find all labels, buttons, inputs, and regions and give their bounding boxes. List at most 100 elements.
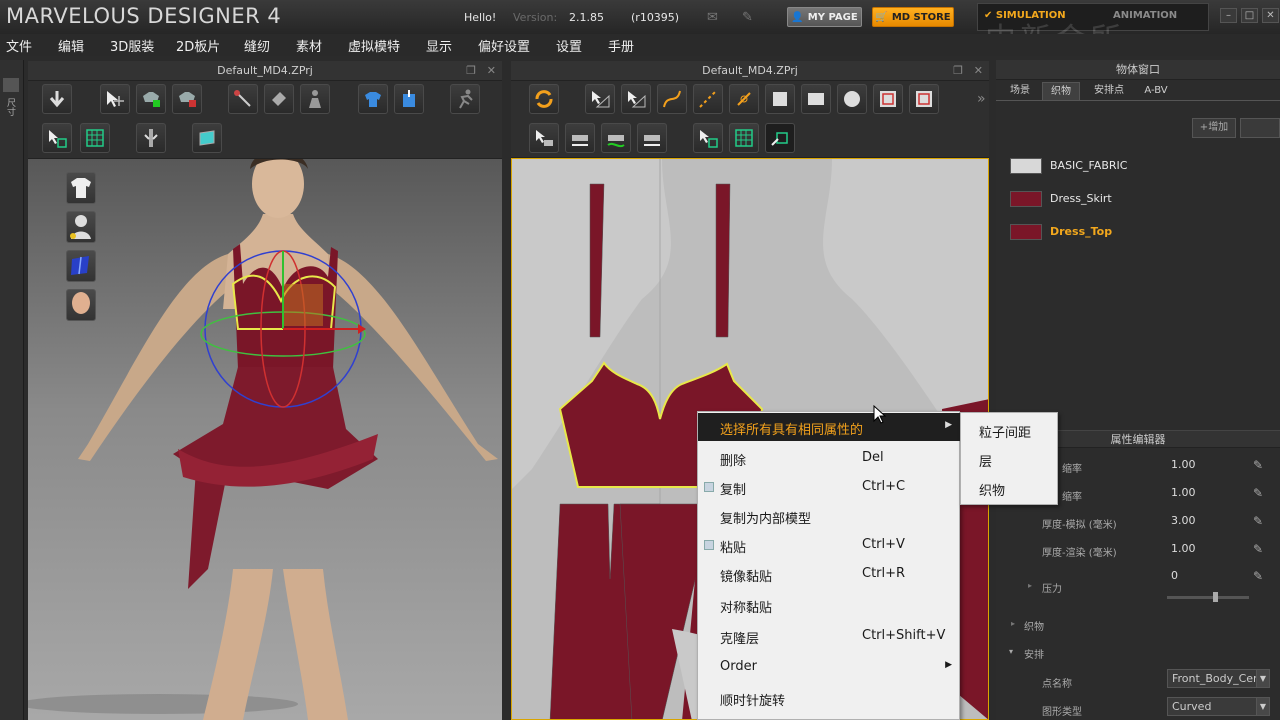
menu-preferences[interactable]: 偏好设置 [478,36,530,55]
add-fabric-button[interactable]: +增加 [1192,118,1236,138]
rectangle-button[interactable] [801,84,831,114]
menu-3d-garment[interactable]: 3D服装 [110,36,154,55]
select-texture-button[interactable] [42,123,72,153]
ctx-select-same-properties[interactable]: 选择所有具有相同属性的 ▶ [698,413,960,441]
menu-manual[interactable]: 手册 [608,36,634,55]
library-icon[interactable] [3,78,19,92]
menu-sewing[interactable]: 缝纫 [244,36,270,55]
float-window-icon[interactable]: ❐ [953,61,963,81]
menu-materials[interactable]: 素材 [296,36,322,55]
animation-run-button[interactable] [450,84,480,114]
ctx-order[interactable]: Order ▶ [698,653,960,681]
graphic-button[interactable] [192,123,222,153]
prop-value[interactable]: 0 [1171,569,1178,582]
garment-add-button[interactable] [136,84,166,114]
prop-value[interactable]: 1.00 [1171,486,1196,499]
minimize-button[interactable]: – [1220,8,1237,23]
close-panel-icon[interactable]: ✕ [974,61,983,81]
pin-icon[interactable]: ✎ [1253,569,1265,583]
edit-curve-button[interactable] [657,84,687,114]
avatar-head-button[interactable] [66,289,96,321]
tab-avatar[interactable]: A-BV [1136,82,1176,100]
ctx-rotate-clockwise[interactable]: 顺时针旋转 [698,684,960,712]
ctx-symmetric-paste[interactable]: 对称黏贴 [698,591,960,619]
prop-value[interactable]: 3.00 [1171,514,1196,527]
ctx-paste[interactable]: 粘贴 Ctrl+V [698,531,960,559]
menu-2d-pattern[interactable]: 2D板片 [176,36,220,55]
maximize-button[interactable]: □ [1241,8,1258,23]
segment-sewing-button-2[interactable] [565,123,595,153]
graphic-2d-button[interactable] [765,123,795,153]
pin-icon[interactable]: ✎ [1253,514,1265,528]
submenu-particle-distance[interactable]: 粒子间距 [979,422,1031,441]
segment-sewing-button[interactable] [529,123,559,153]
md-store-button[interactable]: 🛒 MD STORE [872,7,954,27]
menu-file[interactable]: 文件 [6,36,32,55]
circle-button[interactable] [837,84,867,114]
texture-2d-button[interactable] [729,123,759,153]
expand-arrow-icon[interactable]: ▸ [1011,619,1015,628]
edit-sewing-button[interactable] [637,123,667,153]
pressure-slider[interactable] [1167,596,1249,599]
garment-remove-button[interactable] [172,84,202,114]
reset-2d-button[interactable] [529,84,559,114]
internal-polygon-button[interactable] [873,84,903,114]
pin-tool-button[interactable] [228,84,258,114]
arrangement-button[interactable] [358,84,388,114]
expand-arrow-icon[interactable]: ▸ [1028,581,1032,590]
select-texture-2d-button[interactable] [693,123,723,153]
section-arrange[interactable]: 安排 [1024,646,1044,661]
tab-fabric[interactable]: 织物 [1042,82,1080,100]
ctx-delete[interactable]: 删除 Del [698,444,960,472]
float-window-icon[interactable]: ❐ [466,61,476,81]
add-point-button[interactable] [693,84,723,114]
fabric-row[interactable]: BASIC_FABRIC [1008,154,1278,178]
viewport-3d[interactable] [28,159,502,720]
ctx-mirror-paste[interactable]: 镜像黏贴 Ctrl+R [698,560,960,588]
prop-value[interactable]: 1.00 [1171,542,1196,555]
submenu-layer[interactable]: 层 [979,451,992,470]
fold-tool-button[interactable] [264,84,294,114]
close-panel-icon[interactable]: ✕ [487,61,496,81]
menu-avatar[interactable]: 虚拟模特 [348,36,400,55]
submenu-fabric[interactable]: 织物 [979,480,1005,499]
ctx-copy-as-internal[interactable]: 复制为内部模型 [698,502,960,530]
internal-rect-button[interactable] [909,84,939,114]
tab-scene[interactable]: 场景 [1000,82,1040,100]
menu-settings[interactable]: 设置 [556,36,582,55]
tack-button[interactable] [394,84,424,114]
curvature-button[interactable] [729,84,759,114]
fabric-row[interactable]: Dress_Skirt [1008,187,1278,211]
my-page-button[interactable]: 👤 MY PAGE [787,7,862,27]
megaphone-icon[interactable]: ✉ [707,10,723,25]
prop-value[interactable]: 1.00 [1171,458,1196,471]
zipper-button[interactable] [136,123,166,153]
select-move-button[interactable] [100,84,130,114]
delete-fabric-button[interactable] [1240,118,1280,138]
collapse-arrow-icon[interactable]: ▾ [1009,647,1013,656]
section-fabric[interactable]: 织物 [1024,618,1044,633]
transform-pattern-button[interactable] [585,84,615,114]
fabric-panel-button[interactable] [66,250,96,282]
ctx-copy[interactable]: 复制 Ctrl+C [698,473,960,501]
pin-icon[interactable]: ✎ [1253,458,1265,472]
texture-grid-button[interactable] [80,123,110,153]
fabric-row-selected[interactable]: Dress_Top [1008,220,1278,244]
free-sewing-button[interactable] [601,123,631,153]
pin-icon[interactable]: ✎ [1253,486,1265,500]
close-button[interactable]: ✕ [1262,8,1279,23]
slider-handle[interactable] [1213,592,1218,602]
more-tools-chevron-icon[interactable]: » [977,91,986,107]
point-name-select[interactable]: Front_Body_Cer ▼ [1167,669,1270,688]
avatar-panel-button[interactable] [66,211,96,243]
menu-edit[interactable]: 编辑 [58,36,84,55]
polygon-button[interactable] [765,84,795,114]
edit-pattern-button[interactable] [621,84,651,114]
menu-display[interactable]: 显示 [426,36,452,55]
tab-arrange-points[interactable]: 安排点 [1084,82,1134,100]
garment-panel-button[interactable] [66,172,96,204]
simulate-down-button[interactable] [42,84,72,114]
avatar-pose-button[interactable] [300,84,330,114]
pin-icon[interactable]: ✎ [1253,542,1265,556]
dock-label[interactable]: 尺寸 [4,98,17,116]
